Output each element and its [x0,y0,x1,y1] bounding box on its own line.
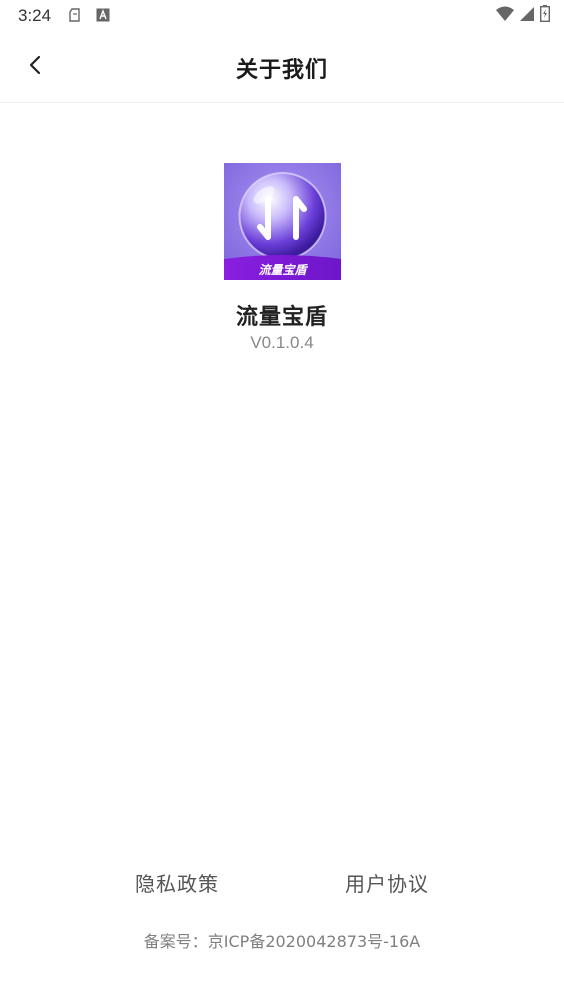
status-time: 3:24 [18,6,52,25]
about-us-screen: 3:24 关于我们 流量宝盾 流量宝盾 V0.1.0.4 隐私政策 用户协议 备… [0,0,564,1004]
privacy-policy-link[interactable]: 隐私政策 [135,868,219,897]
footer-links: 隐私政策 用户协议 [0,868,564,896]
wifi-icon [496,6,514,25]
font-a-icon [96,7,110,22]
app-header: 关于我们 [0,32,564,103]
app-logo: 流量宝盾 [224,163,341,280]
status-right-icons [496,4,551,26]
user-agreement-link[interactable]: 用户协议 [345,868,429,897]
app-version: V0.1.0.4 [250,333,314,352]
page-title: 关于我们 [235,58,328,83]
app-name: 流量宝盾 [235,305,328,330]
logo-text: 流量宝盾 [258,263,308,277]
sim-card-icon [68,7,82,22]
battery-charging-icon [539,4,551,26]
status-bar: 3:24 [0,0,564,32]
signal-icon [520,6,534,25]
icp-record-text: 备案号：京ICP备2020042873号-16A [143,932,421,951]
